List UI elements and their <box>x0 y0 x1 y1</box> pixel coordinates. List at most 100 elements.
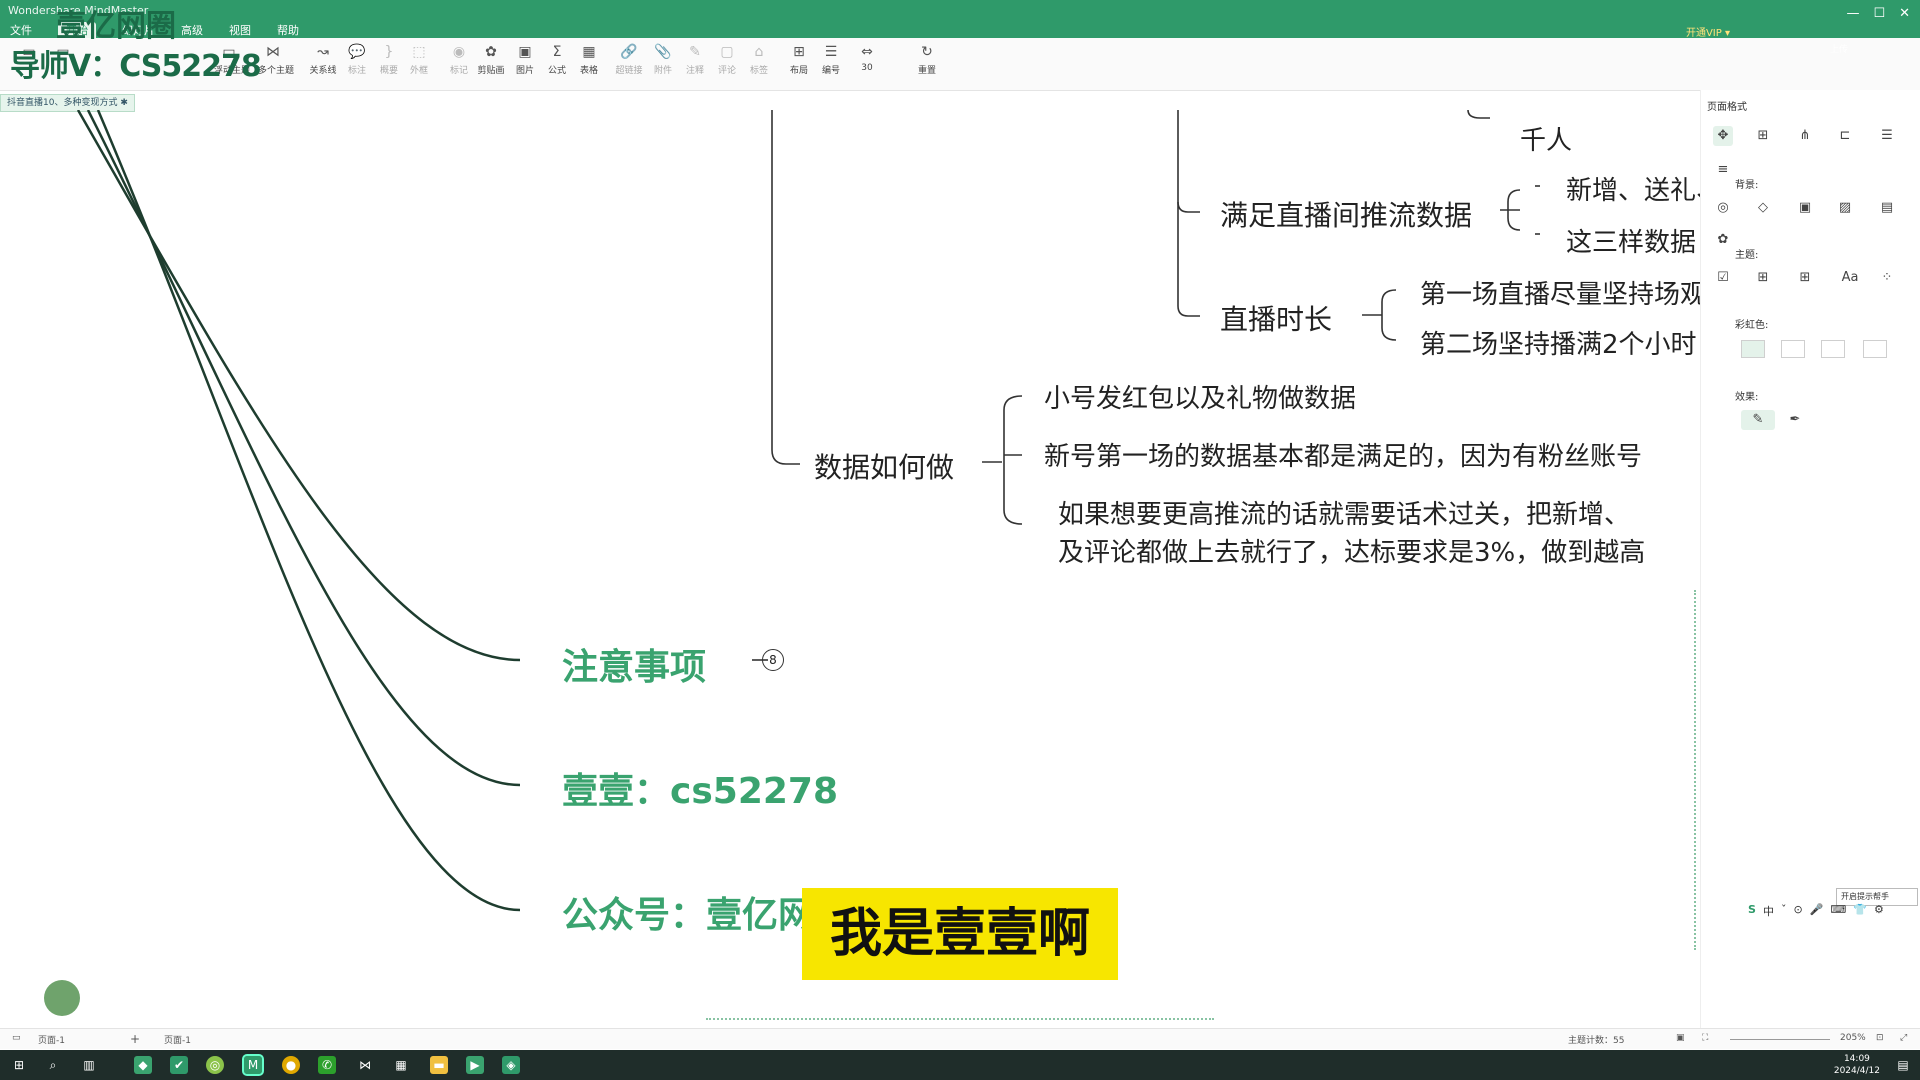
hyperlink-button[interactable]: 🔗 超链接 <box>614 44 644 76</box>
node-qianren[interactable]: 千人 <box>1520 120 1572 157</box>
node-shuju-leaf3b[interactable]: 及评论都做上去就行了，达标要求是3%，做到越高 <box>1058 532 1645 569</box>
outline-icon[interactable]: ≡ <box>1713 160 1733 180</box>
background-image-icon[interactable]: ▣ <box>1795 198 1815 218</box>
page-format-icon[interactable]: ✥ <box>1713 126 1733 146</box>
formula-button[interactable]: Σ 公式 <box>542 44 572 76</box>
multi-topic-button[interactable]: ⋈ 多个主题 <box>258 44 294 76</box>
list-icon[interactable]: ☰ <box>1877 126 1897 146</box>
node-shichang-leaf1[interactable]: 第一场直播尽量坚持场观 <box>1420 274 1706 311</box>
menu-help[interactable]: 帮助 <box>277 22 299 38</box>
mark-button[interactable]: ◉ 标记 <box>444 44 474 76</box>
node-shichang-leaf2[interactable]: 第二场坚持播满2个小时， <box>1420 324 1723 361</box>
close-icon[interactable]: ✕ <box>1899 6 1910 21</box>
note-button[interactable]: ✎ 注释 <box>680 44 710 76</box>
app-icon-1[interactable]: ◆ <box>134 1056 152 1074</box>
node-shuju[interactable]: 数据如何做 <box>814 446 954 486</box>
tag-button[interactable]: ⌂ 标签 <box>744 44 774 76</box>
node-manzu-leaf1[interactable]: 新增、送礼、 <box>1566 170 1722 207</box>
callout-button[interactable]: 💬 标注 <box>342 44 372 76</box>
target-icon[interactable]: ◎ <box>1713 198 1733 218</box>
fit-page-icon[interactable]: ▣ <box>1676 1033 1685 1043</box>
page-panel-icon[interactable]: ▭ <box>12 1033 21 1043</box>
zoom-slider[interactable] <box>1730 1039 1830 1040</box>
app-icon-11[interactable]: ◈ <box>502 1056 520 1074</box>
ime-keyboard[interactable]: ⌨ <box>1830 903 1846 919</box>
node-shuju-leaf3a[interactable]: 如果想要更高推流的话就需要话术过关，把新增、 <box>1058 494 1630 531</box>
rainbow-option-4[interactable] <box>1863 340 1887 358</box>
app-icon-7[interactable]: ⋈ <box>356 1056 374 1074</box>
node-zhuyi[interactable]: 注意事项 <box>562 638 706 690</box>
node-shuju-leaf2[interactable]: 新号第一场的数据基本都是满足的，因为有粉丝账号 <box>1044 436 1642 473</box>
watermark-icon[interactable]: ▨ <box>1835 198 1855 218</box>
wechat-icon[interactable]: ✆ <box>318 1056 336 1074</box>
system-clock[interactable]: 14:09 2024/4/12 <box>1834 1053 1880 1077</box>
structure-icon[interactable]: ⋔ <box>1795 126 1815 146</box>
menu-advanced[interactable]: 高级 <box>181 22 203 38</box>
vip-button[interactable]: 开通VIP ▾ <box>1686 24 1730 39</box>
hand-drawn-effect-icon[interactable]: ✎ <box>1741 410 1775 430</box>
rainbow-option-3[interactable] <box>1821 340 1845 358</box>
theme-grid-icon[interactable]: ⁘ <box>1877 268 1897 288</box>
app-icon-10[interactable]: ▶ <box>466 1056 484 1074</box>
upload-button[interactable]: 上传 <box>1819 40 1859 60</box>
page-tab[interactable]: 页面-1 <box>164 1033 191 1046</box>
ime-voice[interactable]: 🎤 <box>1810 903 1824 919</box>
menu-file[interactable]: 文件 <box>10 22 32 38</box>
collapsed-count-badge[interactable]: 8 <box>762 649 784 671</box>
comment-button[interactable]: ▢ 评论 <box>712 44 742 76</box>
minimize-icon[interactable]: — <box>1846 6 1859 21</box>
page-selector[interactable]: 页面-1 <box>38 1033 65 1046</box>
app-icon-8[interactable]: ▦ <box>392 1056 410 1074</box>
node-manzu-leaf2[interactable]: 这三样数据 <box>1566 222 1696 259</box>
ime-punct[interactable]: ˇ <box>1781 903 1787 919</box>
numbering-button[interactable]: ☰ 编号 <box>816 44 846 76</box>
attachment-button[interactable]: 📎 附件 <box>648 44 678 76</box>
chrome-icon[interactable]: ● <box>282 1056 300 1074</box>
mini-avatar[interactable] <box>44 980 80 1016</box>
app-icon-2[interactable]: ✔ <box>170 1056 188 1074</box>
relationship-button[interactable]: ↝ 关系线 <box>308 44 338 76</box>
ime-emoji[interactable]: ⊙ <box>1793 903 1802 919</box>
fit-icon[interactable]: ⊡ <box>1876 1033 1884 1043</box>
clipart-panel-icon[interactable]: ✿ <box>1713 230 1733 250</box>
image-button[interactable]: ▣ 图片 <box>510 44 540 76</box>
app-icon-3[interactable]: ◎ <box>206 1056 224 1074</box>
add-page-icon[interactable]: + <box>130 1032 140 1046</box>
search-icon[interactable]: ⌕ <box>44 1056 62 1074</box>
picture-icon[interactable]: ▤ <box>1877 198 1897 218</box>
theme-color-icon[interactable]: ⊞ <box>1795 268 1815 288</box>
rainbow-option-1[interactable] <box>1741 340 1765 358</box>
ime-skin[interactable]: 👕 <box>1853 903 1867 919</box>
grid-icon[interactable]: ⊞ <box>1753 126 1773 146</box>
maximize-icon[interactable]: ☐ <box>1873 6 1885 21</box>
fill-color-icon[interactable]: ◇ <box>1753 198 1773 218</box>
ime-chinese[interactable]: 中 <box>1763 903 1774 919</box>
ime-logo-icon[interactable]: S <box>1748 903 1756 919</box>
clipart-button[interactable]: ✿ 剪贴画 <box>476 44 506 76</box>
rainbow-option-2[interactable] <box>1781 340 1805 358</box>
task-icon[interactable]: ☑ <box>1713 268 1733 288</box>
connector-style-icon[interactable]: ⊏ <box>1835 126 1855 146</box>
theme-icon[interactable]: ⊞ <box>1753 268 1773 288</box>
node-manzu[interactable]: 满足直播间推流数据 <box>1220 194 1472 234</box>
ime-settings[interactable]: ⚙ <box>1874 903 1884 919</box>
table-button[interactable]: ▦ 表格 <box>574 44 604 76</box>
boundary-button[interactable]: ⬚ 外框 <box>404 44 434 76</box>
horizontal-scrollbar[interactable] <box>706 1018 1214 1024</box>
pen-effect-icon[interactable]: ✒ <box>1785 410 1805 430</box>
node-yiyi[interactable]: 壹壹：cs52278 <box>562 762 838 814</box>
theme-font-sample[interactable]: Aa <box>1835 268 1865 288</box>
node-gzh[interactable]: 公众号：壹亿网 <box>562 886 814 938</box>
mindmaster-icon[interactable]: M <box>242 1054 264 1076</box>
notification-icon[interactable]: ▤ <box>1894 1056 1912 1074</box>
reset-button[interactable]: ↻ 重置 <box>912 44 942 76</box>
task-view-icon[interactable]: ▥ <box>80 1056 98 1074</box>
node-shuju-leaf1[interactable]: 小号发红包以及礼物做数据 <box>1044 378 1356 415</box>
start-icon[interactable]: ⊞ <box>10 1056 28 1074</box>
summary-button[interactable]: } 概要 <box>374 44 404 76</box>
menu-view[interactable]: 视图 <box>229 22 251 38</box>
layout-button[interactable]: ⊞ 布局 <box>784 44 814 76</box>
expand-icon[interactable]: ⤢ <box>1900 1033 1907 1043</box>
folder-icon[interactable]: ▬ <box>430 1056 448 1074</box>
node-shichang[interactable]: 直播时长 <box>1220 298 1332 338</box>
